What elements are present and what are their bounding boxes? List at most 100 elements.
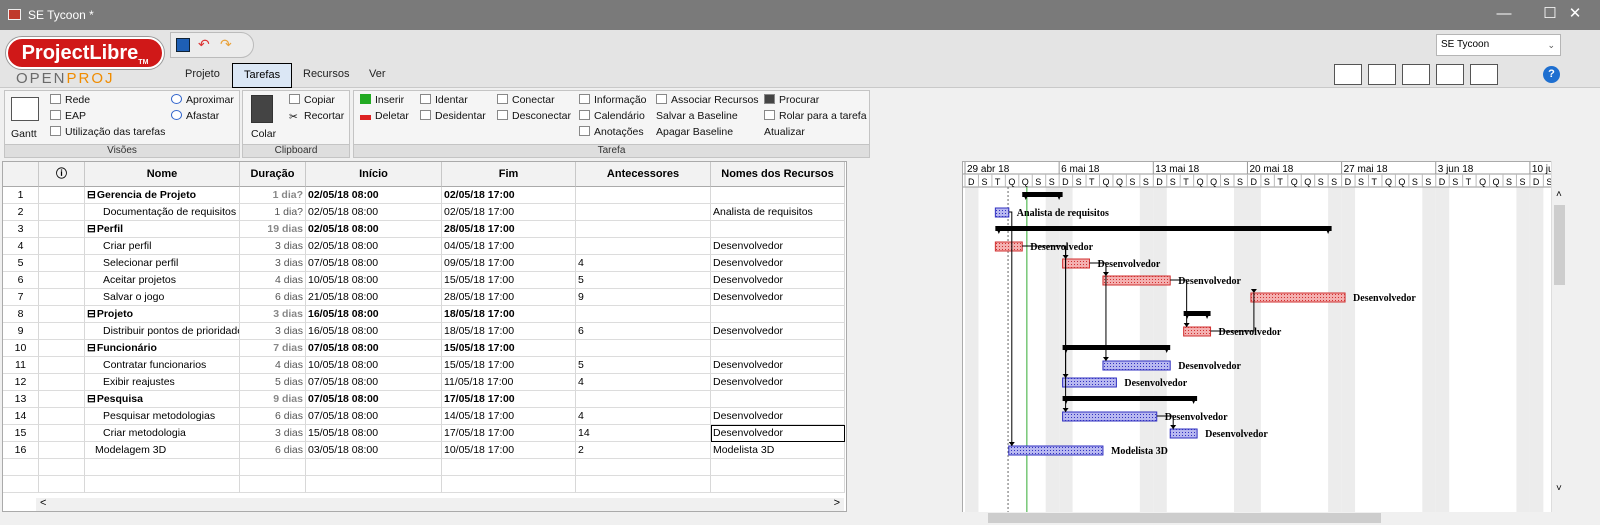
cell-id[interactable]: 6 bbox=[3, 272, 39, 289]
cell-nome[interactable]: Selecionar perfil bbox=[85, 255, 240, 272]
paste-button[interactable]: Colar bbox=[251, 127, 276, 141]
collapse-icon[interactable]: ⊟ bbox=[87, 308, 96, 320]
tab-recursos[interactable]: Recursos bbox=[292, 63, 360, 88]
cell-fim[interactable]: 11/05/18 17:00 bbox=[442, 374, 576, 391]
cell-ante[interactable]: 9 bbox=[576, 289, 711, 306]
cell-id[interactable]: 2 bbox=[3, 204, 39, 221]
empty-cell[interactable] bbox=[442, 476, 576, 493]
cell-inicio[interactable]: 02/05/18 08:00 bbox=[306, 187, 442, 204]
cell-duracao[interactable]: 3 dias bbox=[240, 323, 306, 340]
empty-cell[interactable] bbox=[306, 476, 442, 493]
cell-ante[interactable] bbox=[576, 221, 711, 238]
cell-duracao[interactable]: 9 dias bbox=[240, 391, 306, 408]
cell-info[interactable] bbox=[39, 425, 85, 442]
scroll-to-task-button[interactable]: Rolar para a tarefa bbox=[764, 109, 867, 123]
cell-rec[interactable] bbox=[711, 221, 845, 238]
header-info[interactable]: ⓘ bbox=[39, 162, 85, 187]
cell-id[interactable]: 12 bbox=[3, 374, 39, 391]
empty-cell[interactable] bbox=[39, 459, 85, 476]
cell-ante[interactable] bbox=[576, 306, 711, 323]
indent-button[interactable]: Identar bbox=[420, 93, 468, 107]
cell-rec[interactable] bbox=[711, 187, 845, 204]
cell-info[interactable] bbox=[39, 340, 85, 357]
empty-cell[interactable] bbox=[576, 459, 711, 476]
minimize-button[interactable]: — bbox=[1481, 0, 1527, 30]
cell-id[interactable]: 7 bbox=[3, 289, 39, 306]
cell-inicio[interactable]: 16/05/18 08:00 bbox=[306, 306, 442, 323]
cell-id[interactable]: 8 bbox=[3, 306, 39, 323]
empty-cell[interactable] bbox=[576, 476, 711, 493]
cell-inicio[interactable]: 07/05/18 08:00 bbox=[306, 408, 442, 425]
cell-nome[interactable]: Contratar funcionarios bbox=[85, 357, 240, 374]
cell-id[interactable]: 4 bbox=[3, 238, 39, 255]
split-divider[interactable] bbox=[848, 161, 960, 512]
cell-inicio[interactable]: 03/05/18 08:00 bbox=[306, 442, 442, 459]
cell-info[interactable] bbox=[39, 357, 85, 374]
cell-info[interactable] bbox=[39, 204, 85, 221]
cell-ante[interactable]: 4 bbox=[576, 255, 711, 272]
empty-cell[interactable] bbox=[240, 476, 306, 493]
cell-info[interactable] bbox=[39, 408, 85, 425]
cell-nome[interactable]: Documentação de requisitos bbox=[85, 204, 240, 221]
cell-rec[interactable]: Desenvolvedor bbox=[711, 374, 845, 391]
undo-icon[interactable]: ↶ bbox=[198, 37, 212, 52]
cell-info[interactable] bbox=[39, 289, 85, 306]
cell-ante[interactable] bbox=[576, 340, 711, 357]
cell-info[interactable] bbox=[39, 255, 85, 272]
cell-inicio[interactable]: 07/05/18 08:00 bbox=[306, 340, 442, 357]
cell-inicio[interactable]: 02/05/18 08:00 bbox=[306, 204, 442, 221]
cell-ante[interactable] bbox=[576, 187, 711, 204]
resource-usage-view-icon[interactable] bbox=[1436, 64, 1464, 85]
cell-inicio[interactable]: 07/05/18 08:00 bbox=[306, 374, 442, 391]
cell-id[interactable]: 3 bbox=[3, 221, 39, 238]
redo-icon[interactable]: ↷ bbox=[220, 37, 234, 52]
header-fim[interactable]: Fim bbox=[442, 162, 576, 187]
cell-nome[interactable]: Criar perfil bbox=[85, 238, 240, 255]
cell-nome[interactable]: Distribuir pontos de prioridade bbox=[85, 323, 240, 340]
chart-view-icon[interactable] bbox=[1368, 64, 1396, 85]
cell-fim[interactable]: 15/05/18 17:00 bbox=[442, 272, 576, 289]
cell-rec[interactable]: Desenvolvedor bbox=[711, 425, 845, 442]
cell-duracao[interactable]: 6 dias bbox=[240, 408, 306, 425]
empty-cell[interactable] bbox=[306, 459, 442, 476]
empty-cell[interactable] bbox=[3, 476, 39, 493]
cell-info[interactable] bbox=[39, 221, 85, 238]
cell-ante[interactable]: 6 bbox=[576, 323, 711, 340]
scroll-left-icon[interactable]: < bbox=[40, 497, 46, 509]
header-duracao[interactable]: Duração bbox=[240, 162, 306, 187]
cell-id[interactable]: 11 bbox=[3, 357, 39, 374]
cell-duracao[interactable]: 6 dias bbox=[240, 289, 306, 306]
cell-fim[interactable]: 02/05/18 17:00 bbox=[442, 204, 576, 221]
cell-fim[interactable]: 28/05/18 17:00 bbox=[442, 289, 576, 306]
assign-resources-button[interactable]: Associar Recursos bbox=[656, 93, 759, 107]
cell-rec[interactable]: Desenvolvedor bbox=[711, 272, 845, 289]
cell-inicio[interactable]: 07/05/18 08:00 bbox=[306, 255, 442, 272]
cell-info[interactable] bbox=[39, 374, 85, 391]
cell-inicio[interactable]: 02/05/18 08:00 bbox=[306, 221, 442, 238]
cell-info[interactable] bbox=[39, 306, 85, 323]
save-icon[interactable] bbox=[176, 38, 190, 52]
cell-nome[interactable]: Modelagem 3D bbox=[85, 442, 240, 459]
cell-ante[interactable]: 4 bbox=[576, 374, 711, 391]
cell-duracao[interactable]: 1 dia? bbox=[240, 187, 306, 204]
cell-fim[interactable]: 15/05/18 17:00 bbox=[442, 340, 576, 357]
cell-nome[interactable]: Exibir reajustes bbox=[85, 374, 240, 391]
tab-ver[interactable]: Ver bbox=[358, 63, 397, 88]
cell-ante[interactable]: 2 bbox=[576, 442, 711, 459]
usage-view-icon[interactable] bbox=[1402, 64, 1430, 85]
cell-duracao[interactable]: 3 dias bbox=[240, 255, 306, 272]
delete-button[interactable]: Deletar bbox=[360, 109, 409, 123]
cell-inicio[interactable]: 07/05/18 08:00 bbox=[306, 391, 442, 408]
cell-nome[interactable]: Pesquisar metodologias bbox=[85, 408, 240, 425]
scroll-right-icon[interactable]: > bbox=[834, 497, 840, 509]
cut-button[interactable]: ✂ Recortar bbox=[289, 109, 344, 123]
cell-fim[interactable]: 04/05/18 17:00 bbox=[442, 238, 576, 255]
copy-button[interactable]: Copiar bbox=[289, 93, 335, 107]
cell-inicio[interactable]: 15/05/18 08:00 bbox=[306, 425, 442, 442]
cell-rec[interactable] bbox=[711, 306, 845, 323]
cell-info[interactable] bbox=[39, 187, 85, 204]
eap-button[interactable]: EAP bbox=[50, 109, 86, 123]
cell-fim[interactable]: 02/05/18 17:00 bbox=[442, 187, 576, 204]
cell-duracao[interactable]: 7 dias bbox=[240, 340, 306, 357]
cell-info[interactable] bbox=[39, 272, 85, 289]
